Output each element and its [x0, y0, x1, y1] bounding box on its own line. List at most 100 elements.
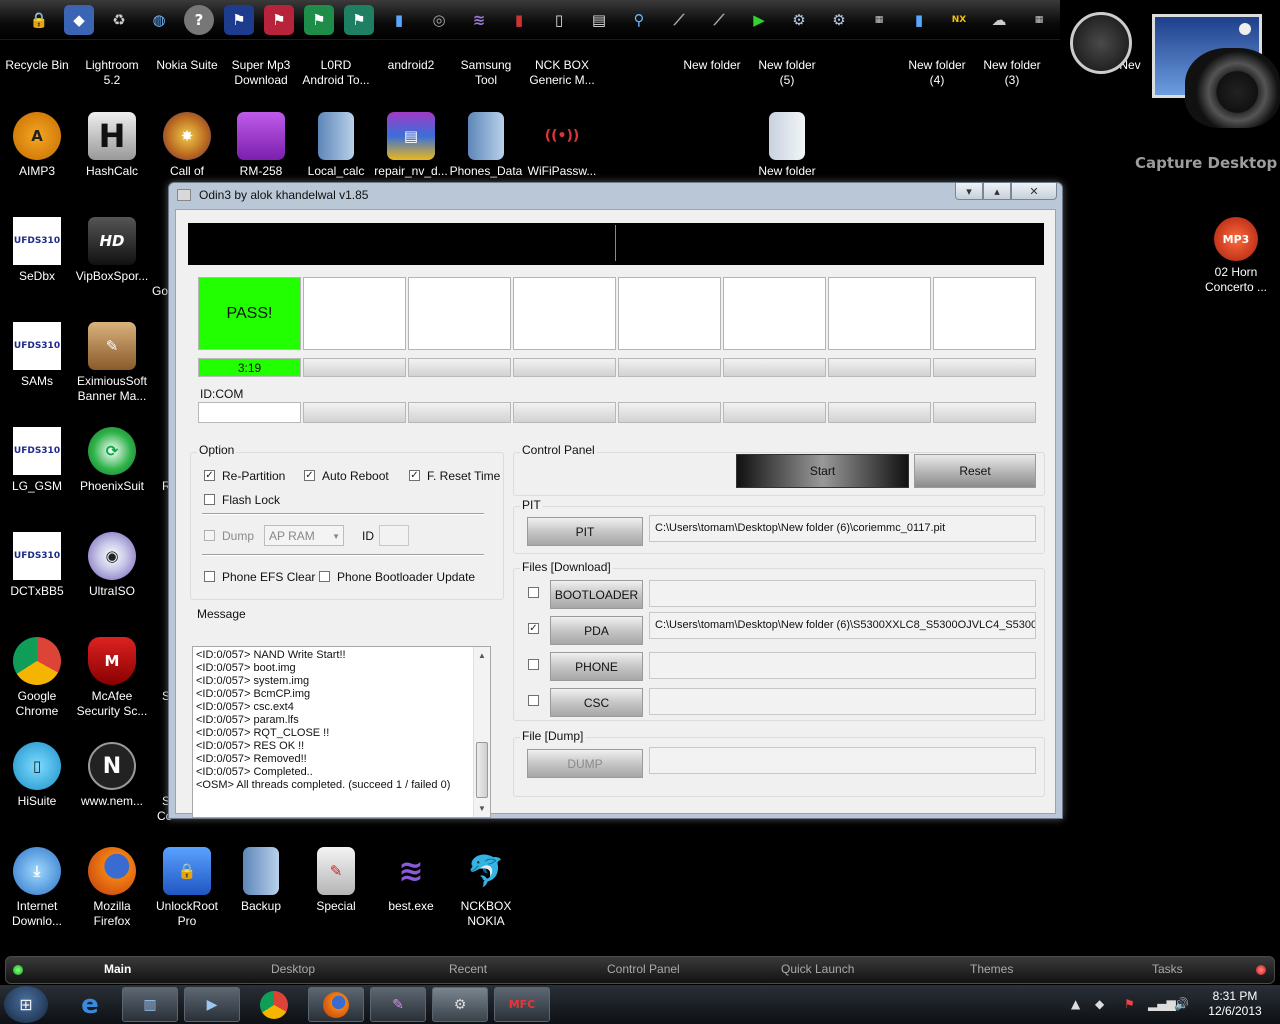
desktop-icon-special[interactable]: ✎ Special [293, 847, 379, 914]
re-partition-label[interactable]: Re-Partition [222, 469, 285, 483]
tool-icon[interactable]: ⟋ [704, 5, 734, 35]
lock-icon[interactable]: 🔒 [24, 5, 54, 35]
flag-icon[interactable]: ⚑ [344, 5, 374, 35]
dump-id-input[interactable] [379, 525, 409, 546]
desktop-icon-www-nem[interactable]: N www.nem... [69, 742, 155, 809]
flag-icon[interactable]: ⚑ [264, 5, 294, 35]
pit-button[interactable]: PIT [527, 517, 643, 546]
phone-efs-clear-label[interactable]: Phone EFS Clear [222, 570, 315, 584]
csc-button[interactable]: CSC [550, 688, 643, 717]
pda-path-field[interactable]: C:\Users\tomam\Desktop\New folder (6)\S5… [649, 612, 1036, 639]
message-log[interactable]: <ID:0/057> NAND Write Start!! <ID:0/057>… [192, 646, 491, 818]
desktop-icon-best-exe[interactable]: ≋ best.exe [368, 847, 454, 914]
f-reset-time-checkbox[interactable]: ✓ [409, 470, 420, 481]
meter-icon[interactable]: ▦ [864, 5, 894, 35]
desktop-icon-new-folder-4[interactable]: New folder (4) [894, 58, 980, 88]
csc-checkbox[interactable] [528, 695, 539, 706]
phone-icon[interactable]: ▯ [544, 5, 574, 35]
phone-icon[interactable]: ▮ [384, 5, 414, 35]
bootloader-path-field[interactable] [649, 580, 1036, 607]
phone-icon[interactable]: ▮ [504, 5, 534, 35]
scroll-down-icon[interactable]: ▼ [478, 802, 486, 815]
desktop-icon-new-folder[interactable]: New folder [669, 58, 755, 73]
scroll-up-icon[interactable]: ▲ [478, 649, 486, 662]
tab-tasks[interactable]: Tasks [1152, 962, 1183, 976]
desktop-icon-internet-download[interactable]: ⤓ Internet Downlo... [0, 847, 80, 929]
gear-icon[interactable]: ⚙ [824, 5, 854, 35]
phone-bootloader-update-label[interactable]: Phone Bootloader Update [337, 570, 475, 584]
desktop-icon-backup[interactable]: Backup [218, 847, 304, 914]
tab-quick-launch[interactable]: Quick Launch [781, 962, 854, 976]
network-icon[interactable]: ▂▄▆ [1148, 997, 1176, 1011]
desktop-icon-new-folder-row2[interactable]: New folder [744, 112, 830, 179]
f-reset-time-label[interactable]: F. Reset Time [427, 469, 500, 483]
minimize-button[interactable]: ▾ [955, 183, 983, 200]
desktop-icon-horn-concerto[interactable]: MP3 02 Horn Concerto ... [1193, 217, 1279, 295]
dump-button[interactable]: DUMP [527, 749, 643, 778]
desktop-icon-nck-box[interactable]: NCK BOX Generic M... [519, 58, 605, 88]
desktop-icon-sedbx[interactable]: UFDS310 SeDbx [0, 217, 80, 284]
firefox-icon[interactable] [308, 987, 364, 1022]
reset-button[interactable]: Reset [914, 454, 1036, 488]
message-scrollbar[interactable]: ▲ ▼ [473, 647, 490, 817]
show-hidden-icons-icon[interactable]: ▲ [1071, 997, 1080, 1011]
desktop-icon-dctxbb5[interactable]: UFDS310 DCTxBB5 [0, 532, 80, 599]
desktop-icon-phones-data[interactable]: Phones_Data [443, 112, 529, 179]
phone-bootloader-update-checkbox[interactable] [319, 571, 330, 582]
media-icon[interactable]: ▶ [184, 987, 240, 1022]
desktop-icon-firefox[interactable]: Mozilla Firefox [69, 847, 155, 929]
chrome-icon[interactable] [246, 987, 302, 1022]
mfc-icon[interactable]: MFC [494, 987, 550, 1022]
dump-type-select[interactable]: AP RAM ▼ [264, 525, 344, 546]
flag-icon[interactable]: ⚑ [304, 5, 334, 35]
desktop-icon-new-folder-5[interactable]: New folder (5) [744, 58, 830, 88]
film-icon[interactable]: ▤ [584, 5, 614, 35]
gear-icon[interactable]: ⚙ [784, 5, 814, 35]
play-icon[interactable]: ▶ [744, 5, 774, 35]
auto-reboot-checkbox[interactable]: ✓ [304, 470, 315, 481]
scroll-thumb[interactable] [476, 742, 488, 798]
camera-icon[interactable] [1185, 48, 1280, 128]
desktop-icon-hashcalc[interactable]: H HashCalc [69, 112, 155, 179]
help-icon[interactable]: ? [184, 5, 214, 35]
wrench-icon[interactable]: ⚲ [624, 5, 654, 35]
desktop-icon-wifipassw[interactable]: ((•)) WiFiPassw... [519, 112, 605, 179]
close-dot-icon[interactable] [1256, 965, 1266, 975]
tray-app-icon[interactable]: ◆ [1095, 997, 1104, 1011]
bootloader-button[interactable]: BOOTLOADER [550, 580, 643, 609]
desktop-icon-repair-nv[interactable]: ▤ repair_nv_d... [368, 112, 454, 179]
volume-icon[interactable]: 🔊 [1174, 997, 1189, 1011]
desktop-icon-new-folder-3[interactable]: New folder (3) [969, 58, 1055, 88]
action-center-icon[interactable]: ⚑ [1124, 997, 1135, 1011]
explorer-icon[interactable]: ▥ [122, 987, 178, 1022]
tab-main[interactable]: Main [104, 962, 131, 976]
globe-icon[interactable]: ◍ [144, 5, 174, 35]
weather-icon[interactable]: ☁ [984, 5, 1014, 35]
tab-recent[interactable]: Recent [449, 962, 487, 976]
phone-efs-clear-checkbox[interactable] [204, 571, 215, 582]
desktop-icon-lg-gsm[interactable]: UFDS310 LG_GSM [0, 427, 80, 494]
tool-icon[interactable]: ⟋ [664, 5, 694, 35]
desktop-icon-samsung-tool[interactable]: Samsung Tool [443, 58, 529, 88]
desktop-icon-rm-258[interactable]: RM-258 [218, 112, 304, 179]
desktop-icon-recycle-bin[interactable]: Recycle Bin [0, 58, 80, 73]
desktop-icon-eximioussoft[interactable]: ✎ EximiousSoft Banner Ma... [69, 322, 155, 404]
desktop-icon-lightroom[interactable]: Lightroom 5.2 [69, 58, 155, 88]
phone-checkbox[interactable] [528, 659, 539, 670]
bootloader-checkbox[interactable] [528, 587, 539, 598]
dump-checkbox[interactable] [204, 530, 215, 541]
tab-desktop[interactable]: Desktop [271, 962, 315, 976]
desktop-icon-local-calc[interactable]: Local_calc [293, 112, 379, 179]
re-partition-checkbox[interactable]: ✓ [204, 470, 215, 481]
pda-button[interactable]: PDA [550, 616, 643, 645]
tab-themes[interactable]: Themes [970, 962, 1013, 976]
desktop-icon-super-mp3[interactable]: Super Mp3 Download [218, 58, 304, 88]
desktop-icon-hisuite[interactable]: ▯ HiSuite [0, 742, 80, 809]
close-button[interactable]: ✕ [1011, 183, 1057, 200]
phone-button[interactable]: PHONE [550, 652, 643, 681]
start-button[interactable]: Start [736, 454, 909, 488]
dump-path-field[interactable] [649, 747, 1036, 774]
recycle-icon[interactable]: ♻ [104, 5, 134, 35]
phone-path-field[interactable] [649, 652, 1036, 679]
desktop-icon-nckbox-nokia[interactable]: 🐬 NCKBOX NOKIA [443, 847, 529, 929]
